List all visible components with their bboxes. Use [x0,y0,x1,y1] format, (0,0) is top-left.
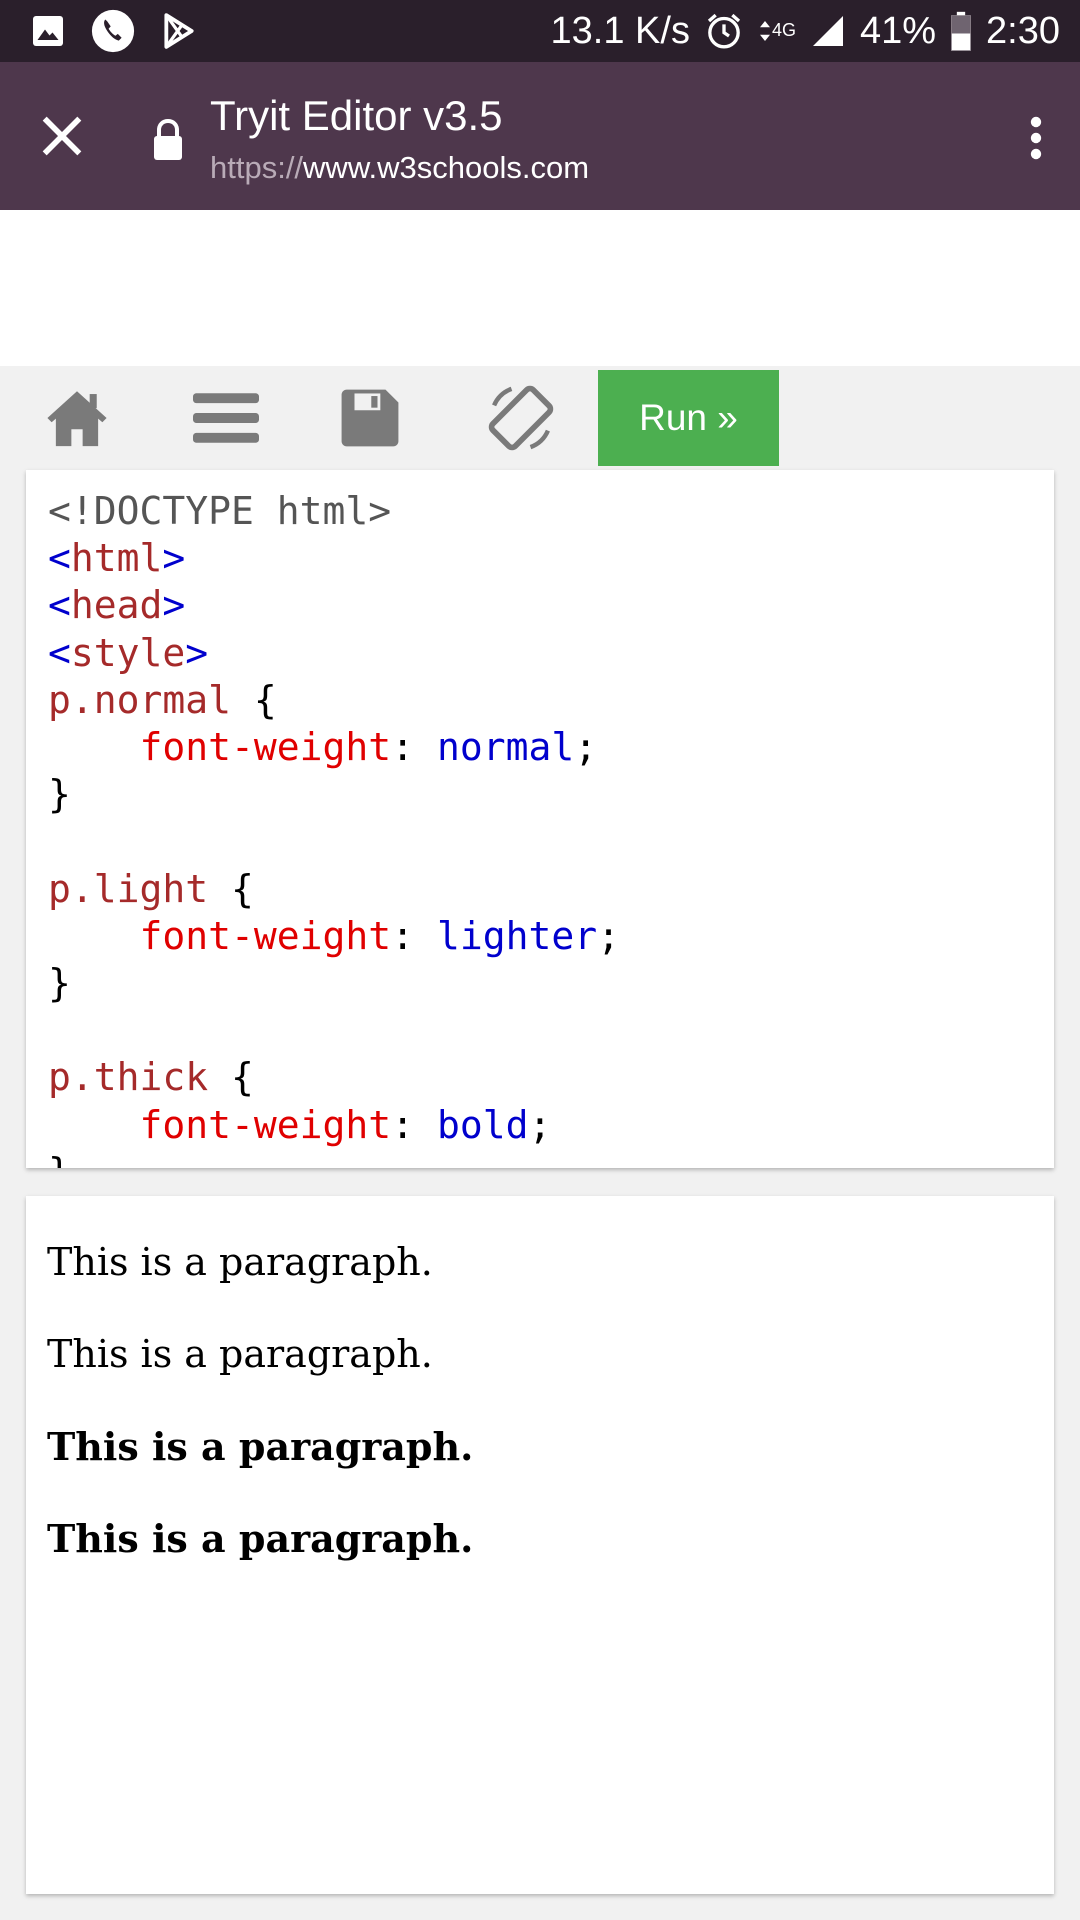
url-scheme: https:// [210,150,304,185]
battery-percent: 41% [859,9,937,52]
code-bracket: < [48,630,71,675]
code-bracket: > [162,536,186,581]
code-tag-head: head [70,583,163,628]
code-bracket: > [185,630,209,675]
code-brace: } [48,1150,71,1168]
battery-icon [950,11,972,51]
close-icon[interactable] [36,110,88,162]
net-speed: 13.1 K/s [550,9,690,52]
code-brace: { [253,677,277,722]
alarm-icon [704,11,744,51]
result-panel: This is a paragraph. This is a paragraph… [26,1196,1054,1894]
code-doctype: <!DOCTYPE html> [48,489,392,533]
run-button[interactable]: Run » [598,370,779,466]
menu-icon[interactable] [181,378,271,458]
code-tag-style: style [70,630,186,675]
code-brace: } [48,961,71,1006]
page-title: Tryit Editor v3.5 [210,92,503,139]
code-text[interactable]: <!DOCTYPE html> <html> <head> <style> p.… [48,488,620,1168]
result-paragraph-thick: This is a paragraph. [47,1424,474,1469]
code-property: font-weight [139,725,392,770]
image-icon [30,13,66,49]
play-store-icon [160,11,198,51]
code-selector-normal: p.normal [48,677,232,722]
code-property: font-weight [139,913,392,958]
code-brace: { [231,866,254,911]
editor-toolbar: Run » [0,366,1080,470]
more-options-icon[interactable] [1026,114,1046,162]
code-selector-thick: p.thick [48,1055,209,1100]
network-type: 4G [771,20,796,40]
code-bracket: < [48,536,71,581]
code-editor[interactable]: <!DOCTYPE html> <html> <head> <style> p.… [26,470,1054,1168]
code-bracket: < [48,583,71,628]
code-brace: { [231,1055,254,1100]
code-property: font-weight [139,1102,392,1147]
result-paragraph-light: This is a paragraph. [47,1332,433,1376]
code-tag-html: html [70,536,163,581]
phone-icon [90,8,136,54]
code-value: normal [436,725,575,770]
url-text[interactable]: https://www.w3schools.com [210,150,589,186]
code-value: lighter [436,913,598,958]
code-value: bold [436,1102,529,1147]
rotate-icon[interactable] [476,378,566,458]
browser-toolbar: Tryit Editor v3.5 https://www.w3schools.… [0,62,1080,210]
home-icon[interactable] [32,378,122,458]
clock: 2:30 [986,9,1060,52]
save-icon[interactable] [325,378,415,458]
lock-icon [150,118,186,162]
code-selector-light: p.light [48,866,209,911]
code-bracket: > [162,583,186,628]
result-paragraph-normal: This is a paragraph. [47,1240,433,1284]
url-host: www.w3schools.com [303,150,590,185]
ad-area [0,210,1080,366]
code-brace: } [48,772,71,817]
data-arrows-icon: 4G [758,16,796,46]
status-bar: 13.1 K/s 4G 41% 2:30 [0,0,1080,62]
signal-icon [810,11,846,51]
result-paragraph-thicker: This is a paragraph. [47,1516,474,1561]
